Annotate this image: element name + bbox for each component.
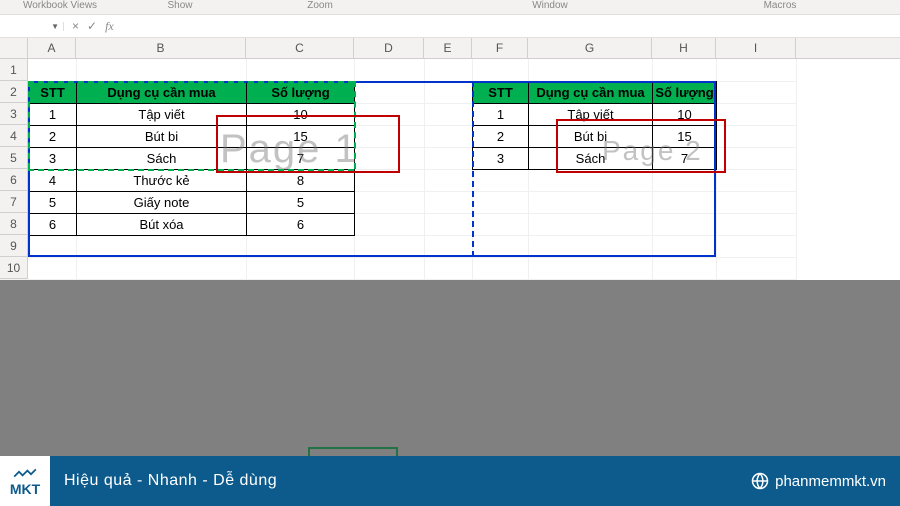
table-row: 5Giấy note5 bbox=[29, 192, 355, 214]
footer-tagline: Hiệu quả - Nhanh - Dễ dùng bbox=[64, 472, 277, 490]
ribbon-group-labels: Workbook Views Show Zoom Window Macros bbox=[0, 0, 900, 14]
t2-h-qty: Số lượng bbox=[653, 82, 717, 104]
t1-h-stt: STT bbox=[29, 82, 77, 104]
group-window: Window bbox=[400, 0, 700, 14]
table-row: 3Sách7 bbox=[29, 148, 355, 170]
t2-h-stt: STT bbox=[473, 82, 529, 104]
mkt-logo: MKT bbox=[0, 456, 50, 506]
table-row: 4Thước kẻ8 bbox=[29, 170, 355, 192]
row-header-7[interactable]: 7 bbox=[0, 191, 28, 213]
col-header-B[interactable]: B bbox=[76, 38, 246, 58]
confirm-icon[interactable]: ✓ bbox=[87, 19, 97, 33]
col-header-H[interactable]: H bbox=[652, 38, 716, 58]
col-header-A[interactable]: A bbox=[28, 38, 76, 58]
table-row: 2Bút bi15 bbox=[473, 126, 717, 148]
col-header-C[interactable]: C bbox=[246, 38, 354, 58]
globe-icon bbox=[751, 472, 769, 490]
cancel-icon[interactable]: × bbox=[72, 19, 79, 33]
data-table-2[interactable]: STT Dụng cụ cần mua Số lượng 1Tập viết10… bbox=[472, 81, 717, 170]
group-show: Show bbox=[120, 0, 240, 14]
fx-icon[interactable]: fx bbox=[105, 19, 114, 34]
footer-site[interactable]: phanmemmkt.vn bbox=[751, 472, 886, 490]
formula-bar: ▼ × ✓ fx bbox=[0, 14, 900, 38]
t1-h-qty: Số lượng bbox=[247, 82, 355, 104]
row-header-9[interactable]: 9 bbox=[0, 235, 28, 257]
group-zoom: Zoom bbox=[240, 0, 400, 14]
name-box[interactable]: ▼ bbox=[0, 22, 64, 31]
col-header-G[interactable]: G bbox=[528, 38, 652, 58]
row-header-2[interactable]: 2 bbox=[0, 81, 28, 103]
handshake-icon bbox=[13, 465, 37, 481]
table-row: 1Tập viết10 bbox=[473, 104, 717, 126]
table-row: 6Bút xóa6 bbox=[29, 214, 355, 236]
row-header-10[interactable]: 10 bbox=[0, 257, 28, 279]
row-header-5[interactable]: 5 bbox=[0, 147, 28, 169]
row-header-4[interactable]: 4 bbox=[0, 125, 28, 147]
table-row: 2Bút bi15 bbox=[29, 126, 355, 148]
branding-footer: MKT Hiệu quả - Nhanh - Dễ dùng phanmemmk… bbox=[0, 456, 900, 506]
t1-h-item: Dụng cụ cần mua bbox=[77, 82, 247, 104]
col-header-I[interactable]: I bbox=[716, 38, 796, 58]
col-header-F[interactable]: F bbox=[472, 38, 528, 58]
group-macros: Macros bbox=[700, 0, 860, 14]
col-header-E[interactable]: E bbox=[424, 38, 472, 58]
table-row: 3Sách7 bbox=[473, 148, 717, 170]
t2-h-item: Dụng cụ cần mua bbox=[529, 82, 653, 104]
select-all-corner[interactable] bbox=[0, 38, 28, 58]
row-header-3[interactable]: 3 bbox=[0, 103, 28, 125]
worksheet[interactable]: A B C D E F G H I 1 2 3 4 5 6 7 8 9 10 bbox=[0, 38, 900, 280]
group-workbook-views: Workbook Views bbox=[0, 0, 120, 14]
col-header-D[interactable]: D bbox=[354, 38, 424, 58]
formula-input[interactable] bbox=[122, 15, 900, 37]
data-table-1[interactable]: STT Dụng cụ cần mua Số lượng 1Tập viết10… bbox=[28, 81, 355, 236]
row-header-8[interactable]: 8 bbox=[0, 213, 28, 235]
row-header-1[interactable]: 1 bbox=[0, 59, 28, 81]
table-row: 1Tập viết10 bbox=[29, 104, 355, 126]
row-header-6[interactable]: 6 bbox=[0, 169, 28, 191]
chevron-down-icon[interactable]: ▼ bbox=[51, 22, 59, 31]
